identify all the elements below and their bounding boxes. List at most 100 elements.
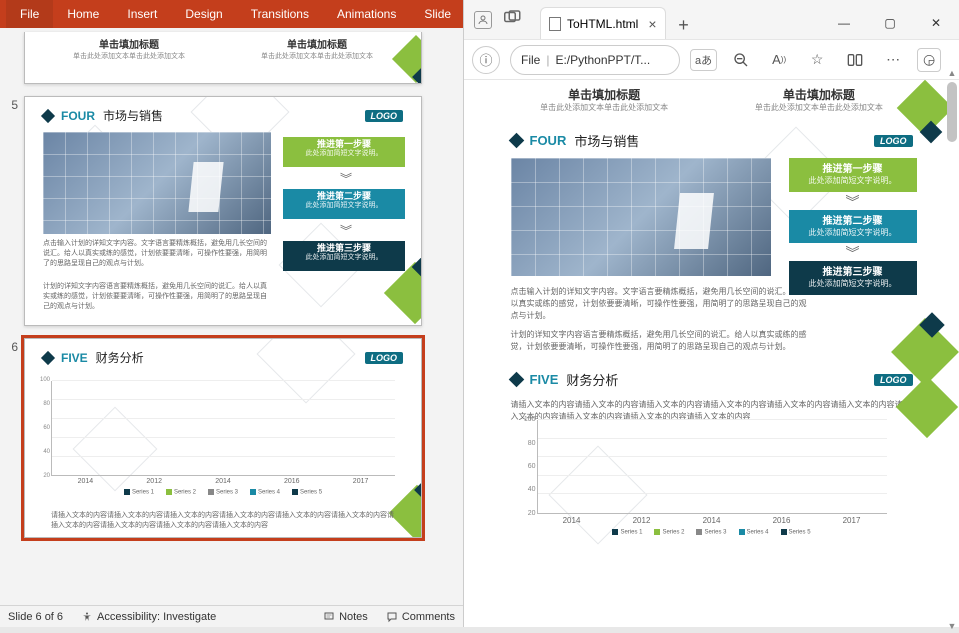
favorite-button[interactable]: ☆ [803, 46, 831, 74]
addr-sep: | [546, 53, 549, 67]
slide-thumb-5[interactable]: FOUR 市场与销售 LOGO 推进第一步骤 此处添加简短文字说明。 ︾ 推进第… [24, 96, 422, 326]
copilot-button[interactable]: ◶ [917, 48, 941, 72]
x-tick: 2014 [78, 478, 94, 485]
status-comments-label: Comments [402, 611, 455, 623]
legend-item: Series 1 [612, 529, 642, 536]
tab-title: ToHTML.html [567, 17, 638, 31]
more-button[interactable]: ⋯ [879, 46, 907, 74]
chart-body-text: 请插入文本的内容请插入文本的内容请插入文本的内容请插入文本的内容请插入文本的内容… [51, 511, 395, 531]
placeholder-title: 单击填加标题 [714, 86, 924, 103]
legend-item: Series 2 [166, 489, 196, 496]
hero-image [43, 132, 271, 234]
placeholder-title: 单击填加标题 [499, 86, 709, 103]
placeholder-body: 单击此处添加文本单击此处添加文本 [714, 103, 924, 113]
section-cn: 市场与销售 [574, 131, 639, 150]
notes-icon [323, 611, 335, 623]
slide-number: 6 [4, 338, 24, 538]
y-tick: 80 [34, 401, 50, 407]
x-tick: 2017 [843, 516, 861, 525]
status-accessibility[interactable]: Accessibility: Investigate [81, 611, 216, 623]
legend-item: Series 2 [654, 529, 684, 536]
comments-icon [386, 611, 398, 623]
section-en: FIVE [530, 372, 559, 387]
ribbon-tab-file[interactable]: File [6, 0, 53, 28]
browser-tab[interactable]: ToHTML.html × [540, 7, 666, 39]
address-field[interactable]: File | E:/PythonPPT/T... [510, 45, 680, 75]
step-sub: 此处添加简短文字说明。 [283, 254, 405, 263]
status-notes[interactable]: Notes [323, 611, 368, 623]
step-box-3: 推进第三步骤 此处添加简短文字说明。 [789, 261, 917, 294]
x-tick: 2017 [353, 478, 369, 485]
logo-badge: LOGO [874, 135, 913, 147]
scrollbar-thumb[interactable] [947, 82, 957, 142]
browser-titlebar: ToHTML.html × + — ▢ ✕ [464, 0, 959, 40]
addr-path: E:/PythonPPT/T... [555, 53, 650, 67]
legend-item: Series 3 [208, 489, 238, 496]
legend-item: Series 5 [292, 489, 322, 496]
status-comments[interactable]: Comments [386, 611, 455, 623]
status-bar: Slide 6 of 6 Accessibility: Investigate … [0, 605, 463, 627]
window-maximize-button[interactable]: ▢ [867, 7, 913, 39]
placeholder-body: 单击此处添加文本单击此处添加文本 [499, 103, 709, 113]
step-title: 推进第一步骤 [791, 163, 915, 176]
ribbon-tab-transitions[interactable]: Transitions [237, 0, 323, 28]
step-sub: 此处添加简短文字说明。 [791, 279, 915, 289]
x-tick: 2014 [215, 478, 231, 485]
ribbon-tab-animations[interactable]: Animations [323, 0, 410, 28]
immersive-reader-button[interactable]: aあ [690, 49, 717, 71]
profile-icon[interactable] [474, 11, 492, 29]
step-box-2: 推进第二步骤 此处添加简短文字说明。 [283, 189, 405, 219]
window-close-button[interactable]: ✕ [913, 7, 959, 39]
slide-panel[interactable]: 单击填加标题 单击此处添加文本单击此处添加文本 单击填加标题 单击此处添加文本单… [0, 28, 463, 605]
section-en: FOUR [61, 109, 95, 123]
status-notes-label: Notes [339, 611, 368, 623]
section-cn: 财务分析 [566, 370, 618, 389]
section-en: FIVE [61, 351, 88, 365]
read-aloud-button[interactable]: A)) [765, 46, 793, 74]
body-para-1: 点击输入计划的详知文字内容。文字语言要精炼概括，避免用几长空间的说汇。给人以真实… [43, 239, 271, 268]
section-en: FOUR [530, 133, 567, 148]
scroll-down-icon[interactable]: ▼ [947, 621, 957, 633]
ribbon-tab-design[interactable]: Design [171, 0, 236, 28]
scroll-up-icon[interactable]: ▲ [947, 68, 957, 80]
step-box-3: 推进第三步骤 此处添加简短文字说明。 [283, 241, 405, 271]
ribbon-tab-slideshow[interactable]: Slide [410, 0, 465, 28]
section-cn: 财务分析 [96, 349, 144, 366]
new-tab-button[interactable]: + [670, 11, 698, 39]
step-title: 推进第一步骤 [283, 139, 405, 150]
x-tick: 2012 [633, 516, 651, 525]
ribbon-tab-insert[interactable]: Insert [113, 0, 171, 28]
ribbon-tab-home[interactable]: Home [53, 0, 113, 28]
step-sub: 此处添加简短文字说明。 [791, 176, 915, 186]
step-box-1: 推进第一步骤 此处添加简短文字说明。 [789, 158, 917, 191]
y-tick: 20 [34, 473, 50, 479]
slide-number: 5 [4, 96, 24, 326]
slide-thumb-partial[interactable]: 单击填加标题 单击此处添加文本单击此处添加文本 单击填加标题 单击此处添加文本单… [24, 32, 422, 84]
chevron-down-icon: ︾ [789, 243, 917, 261]
site-info-button[interactable]: ⓘ [472, 46, 500, 74]
zoom-out-button[interactable] [727, 46, 755, 74]
hero-image [511, 158, 771, 276]
tab-actions-icon[interactable] [504, 10, 522, 29]
logo-badge: LOGO [874, 374, 913, 386]
x-tick: 2016 [284, 478, 300, 485]
browser-viewport[interactable]: 单击填加标题 单击此处添加文本单击此处添加文本 单击填加标题 单击此处添加文本单… [464, 80, 959, 627]
legend-item: Series 4 [739, 529, 769, 536]
split-screen-button[interactable] [841, 46, 869, 74]
ribbon: File Home Insert Design Transitions Anim… [0, 0, 463, 28]
chevron-down-icon: ︾ [340, 170, 352, 187]
body-para-2: 计划的详知文字内容语言要精炼概括，避免用几长空间的说汇。给人以真实或练的感觉，计… [43, 282, 271, 311]
tab-close-icon[interactable]: × [648, 16, 656, 32]
y-tick: 40 [518, 486, 536, 493]
window-minimize-button[interactable]: — [821, 7, 867, 39]
legend-item: Series 3 [696, 529, 726, 536]
placeholder-title: 单击填加标题 [227, 36, 407, 51]
section-bullet-icon [41, 350, 55, 364]
slide-thumb-6[interactable]: FIVE 财务分析 LOGO 20 40 60 80 100 20 [24, 338, 422, 538]
section-bullet-icon [508, 372, 524, 388]
vertical-scrollbar[interactable]: ▲ ▼ [947, 80, 957, 621]
document-icon [549, 17, 561, 31]
step-box-2: 推进第二步骤 此处添加简短文字说明。 [789, 210, 917, 243]
logo-badge: LOGO [365, 110, 404, 122]
accessibility-icon [81, 611, 93, 623]
